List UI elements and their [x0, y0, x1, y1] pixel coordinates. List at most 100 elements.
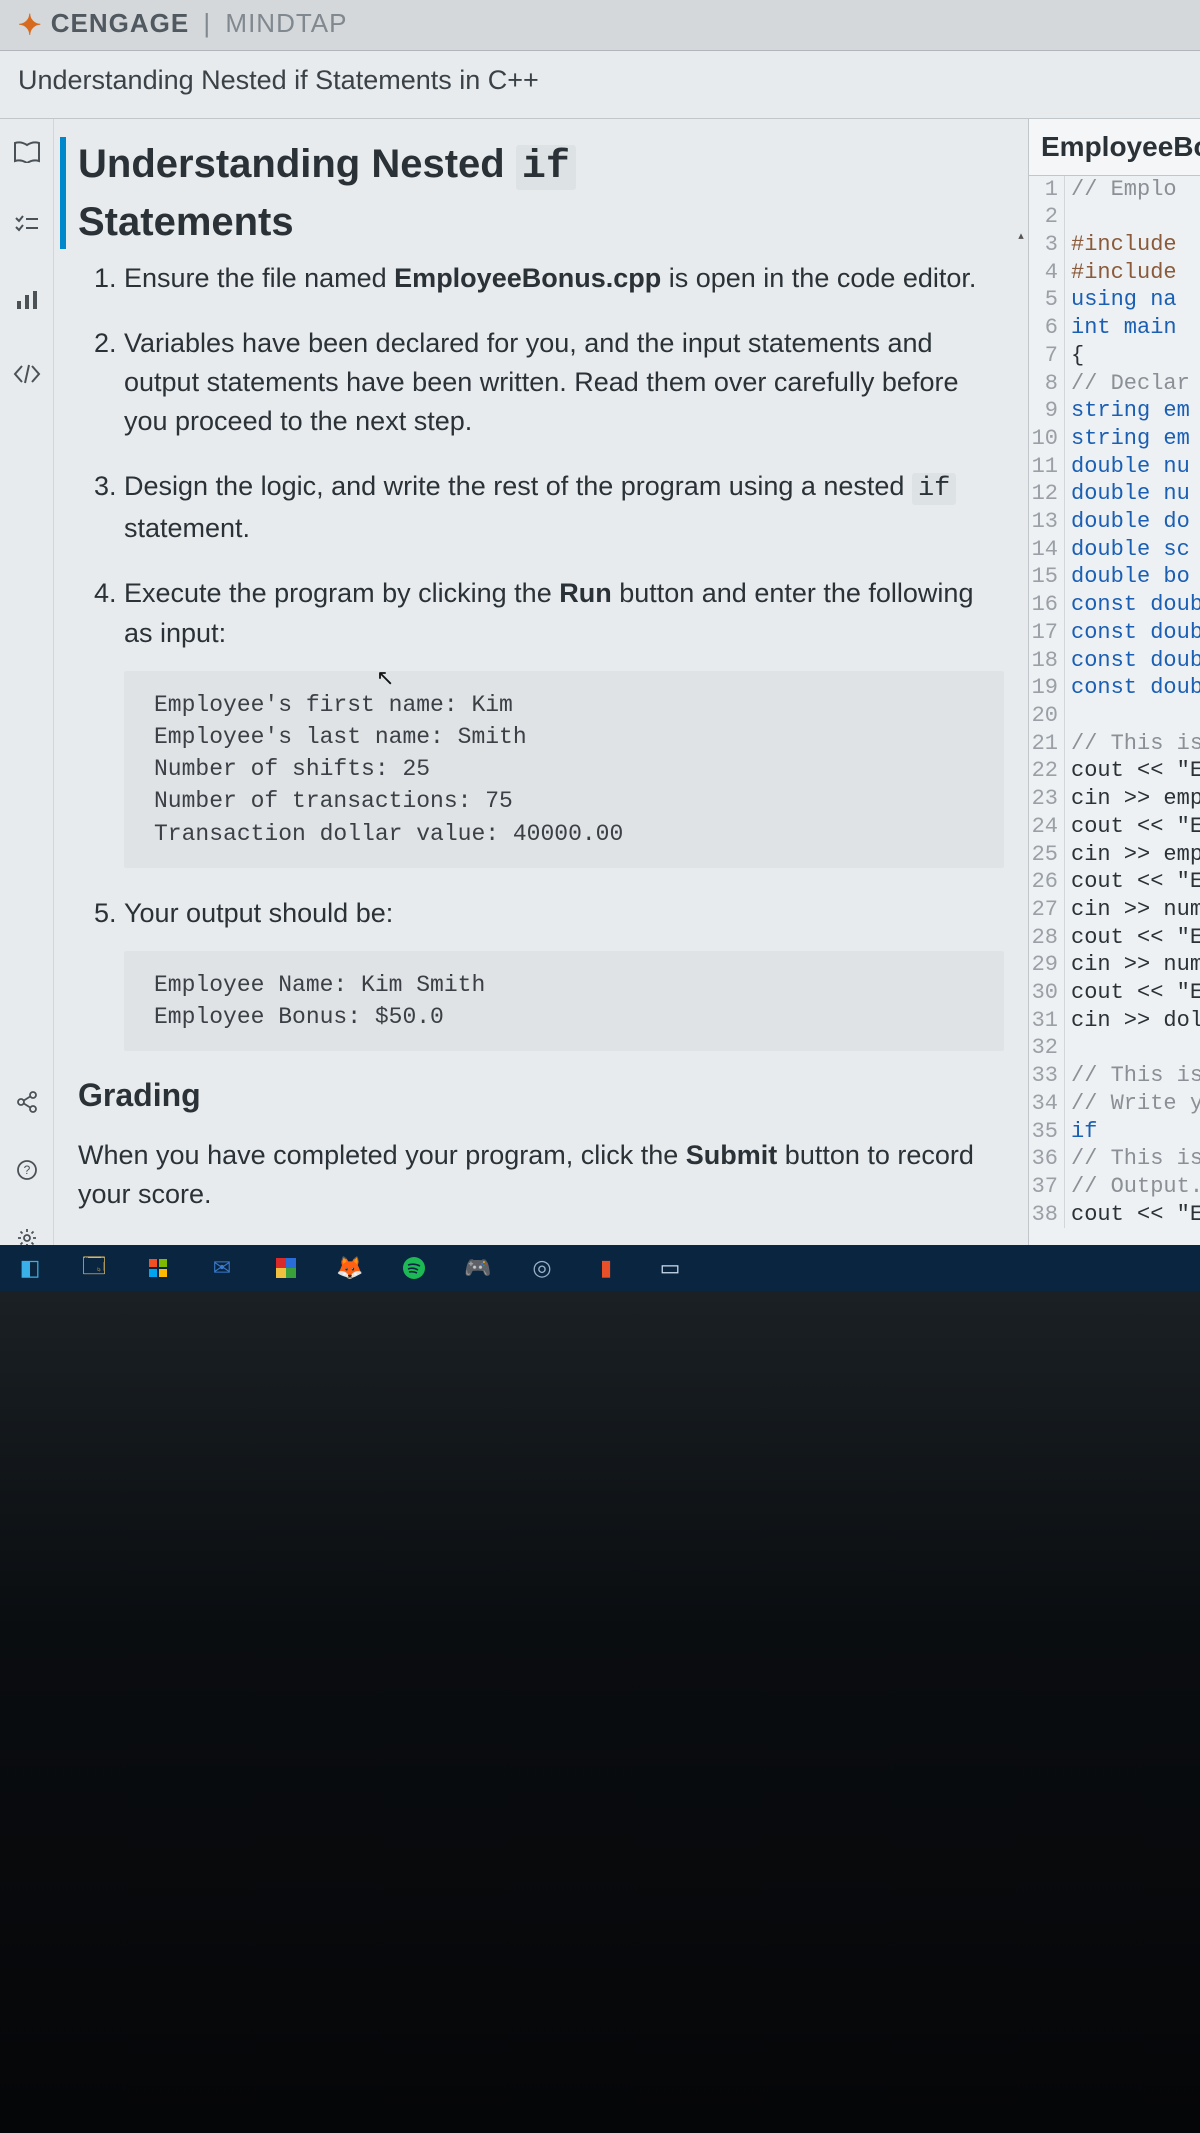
- scrollbar-vertical[interactable]: ▴: [1014, 229, 1028, 1229]
- line-text[interactable]: cout << "En: [1065, 868, 1200, 896]
- editor-line[interactable]: 25cin >> empl: [1029, 841, 1200, 869]
- editor-line[interactable]: 3#include: [1029, 231, 1200, 259]
- editor-tab[interactable]: EmployeeBo: [1029, 119, 1200, 176]
- line-text[interactable]: // This is th: [1065, 1145, 1200, 1173]
- editor-line[interactable]: 13double do: [1029, 508, 1200, 536]
- taskbar-steam-icon[interactable]: ◎: [524, 1250, 560, 1286]
- taskbar-mail-icon[interactable]: ✉: [204, 1250, 240, 1286]
- line-text[interactable]: const doub: [1065, 674, 1200, 702]
- line-text[interactable]: cin >> numS: [1065, 896, 1200, 924]
- taskbar-discord-icon[interactable]: 🎮: [460, 1250, 496, 1286]
- editor-line[interactable]: 38cout << "Empl: [1029, 1201, 1200, 1229]
- editor-line[interactable]: 8// Declar: [1029, 370, 1200, 398]
- line-text[interactable]: // Write you: [1065, 1090, 1200, 1118]
- line-text[interactable]: string em: [1065, 425, 1190, 453]
- editor-line[interactable]: 27cin >> numS: [1029, 896, 1200, 924]
- book-icon[interactable]: [12, 137, 42, 167]
- taskbar-store-icon[interactable]: [140, 1250, 176, 1286]
- line-text[interactable]: cin >> empl: [1065, 841, 1200, 869]
- code-icon[interactable]: [12, 359, 42, 389]
- line-text[interactable]: cin >> numT: [1065, 951, 1200, 979]
- editor-line[interactable]: 17const doub: [1029, 619, 1200, 647]
- editor-line[interactable]: 18const doub: [1029, 647, 1200, 675]
- line-text[interactable]: cout << "E: [1065, 757, 1200, 785]
- line-text[interactable]: cout << "En: [1065, 813, 1200, 841]
- line-text[interactable]: cin >> dolla: [1065, 1007, 1200, 1035]
- taskbar-firefox-icon[interactable]: 🦊: [332, 1250, 368, 1286]
- editor-line[interactable]: 29cin >> numT: [1029, 951, 1200, 979]
- line-text[interactable]: const doub: [1065, 619, 1200, 647]
- taskbar-office-icon[interactable]: ▮: [588, 1250, 624, 1286]
- editor-line[interactable]: 36// This is th: [1029, 1145, 1200, 1173]
- line-text[interactable]: using na: [1065, 286, 1177, 314]
- editor-line[interactable]: 23cin >> empl: [1029, 785, 1200, 813]
- line-text[interactable]: int main: [1065, 314, 1177, 342]
- line-text[interactable]: [1065, 1034, 1071, 1062]
- line-text[interactable]: if: [1065, 1118, 1097, 1146]
- taskbar-edge-icon[interactable]: ◧: [12, 1250, 48, 1286]
- editor-line[interactable]: 6int main: [1029, 314, 1200, 342]
- line-text[interactable]: double sc: [1065, 536, 1190, 564]
- line-text[interactable]: double nu: [1065, 453, 1190, 481]
- editor-line[interactable]: 4#include: [1029, 259, 1200, 287]
- editor-line[interactable]: 19const doub: [1029, 674, 1200, 702]
- line-text[interactable]: [1065, 203, 1071, 231]
- line-text[interactable]: cout << "Empl: [1065, 1201, 1200, 1229]
- grading-text: When you have completed your program, cl…: [78, 1136, 1004, 1214]
- line-text[interactable]: // Output.: [1065, 1173, 1200, 1201]
- line-text[interactable]: [1065, 702, 1071, 730]
- line-text[interactable]: {: [1065, 342, 1084, 370]
- line-text[interactable]: cout << "Ent: [1065, 979, 1200, 1007]
- line-text[interactable]: cin >> empl: [1065, 785, 1200, 813]
- editor-line[interactable]: 35if: [1029, 1118, 1200, 1146]
- editor-line[interactable]: 33// This is t: [1029, 1062, 1200, 1090]
- editor-line[interactable]: 34// Write you: [1029, 1090, 1200, 1118]
- editor-line[interactable]: 5using na: [1029, 286, 1200, 314]
- taskbar-photos-icon[interactable]: [268, 1250, 304, 1286]
- line-text[interactable]: // Declar: [1065, 370, 1190, 398]
- barchart-icon[interactable]: [12, 285, 42, 315]
- editor-line[interactable]: 22cout << "E: [1029, 757, 1200, 785]
- editor-line[interactable]: 26cout << "En: [1029, 868, 1200, 896]
- editor-line[interactable]: 10string em: [1029, 425, 1200, 453]
- editor-lines[interactable]: 1// Emplo23#include4#include5using na6in…: [1029, 176, 1200, 1229]
- line-text[interactable]: const doub: [1065, 591, 1200, 619]
- editor-line[interactable]: 21// This is: [1029, 730, 1200, 758]
- line-text[interactable]: #include: [1065, 231, 1177, 259]
- line-text[interactable]: double do: [1065, 508, 1190, 536]
- line-text[interactable]: const doub: [1065, 647, 1200, 675]
- editor-line[interactable]: 28cout << "En: [1029, 924, 1200, 952]
- editor-line[interactable]: 7{: [1029, 342, 1200, 370]
- line-text[interactable]: #include: [1065, 259, 1177, 287]
- editor-line[interactable]: 20: [1029, 702, 1200, 730]
- editor-line[interactable]: 2: [1029, 203, 1200, 231]
- editor-line[interactable]: 14double sc: [1029, 536, 1200, 564]
- main-area: ? Understanding Nested if Statements Ens…: [0, 119, 1200, 1269]
- editor-line[interactable]: 30cout << "Ent: [1029, 979, 1200, 1007]
- editor-line[interactable]: 9string em: [1029, 397, 1200, 425]
- editor-line[interactable]: 12double nu: [1029, 480, 1200, 508]
- editor-line[interactable]: 1// Emplo: [1029, 176, 1200, 204]
- line-text[interactable]: string em: [1065, 397, 1190, 425]
- editor-line[interactable]: 31cin >> dolla: [1029, 1007, 1200, 1035]
- line-text[interactable]: cout << "En: [1065, 924, 1200, 952]
- editor-line[interactable]: 37// Output.: [1029, 1173, 1200, 1201]
- line-text[interactable]: // This is: [1065, 730, 1200, 758]
- editor-line[interactable]: 32: [1029, 1034, 1200, 1062]
- sidebar: ?: [0, 119, 54, 1269]
- share-icon[interactable]: [12, 1087, 42, 1117]
- editor-line[interactable]: 16const doub: [1029, 591, 1200, 619]
- taskbar-notepad-icon[interactable]: ▭: [652, 1250, 688, 1286]
- editor-line[interactable]: 15double bo: [1029, 563, 1200, 591]
- checklist-icon[interactable]: [12, 211, 42, 241]
- line-text[interactable]: double bo: [1065, 563, 1190, 591]
- taskbar-spotify-icon[interactable]: [396, 1250, 432, 1286]
- line-text[interactable]: // Emplo: [1065, 176, 1177, 204]
- editor-line[interactable]: 11double nu: [1029, 453, 1200, 481]
- scroll-up-icon[interactable]: ▴: [1014, 229, 1028, 243]
- help-icon[interactable]: ?: [12, 1155, 42, 1185]
- taskbar-explorer-icon[interactable]: 🗔: [76, 1250, 112, 1286]
- line-text[interactable]: // This is t: [1065, 1062, 1200, 1090]
- editor-line[interactable]: 24cout << "En: [1029, 813, 1200, 841]
- line-text[interactable]: double nu: [1065, 480, 1190, 508]
